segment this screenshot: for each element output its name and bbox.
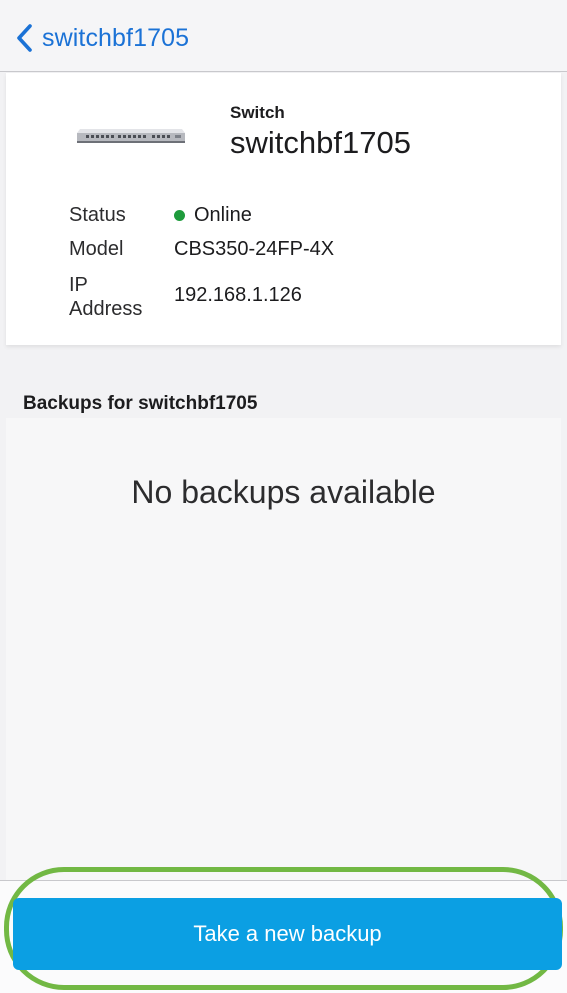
- ip-address-label-line2: Address: [69, 298, 143, 320]
- status-value: Online: [174, 203, 252, 227]
- ip-address-label-line1: IP: [69, 274, 88, 296]
- take-new-backup-button[interactable]: Take a new backup: [13, 898, 562, 970]
- backups-section-title: Backups for switchbf1705: [23, 393, 258, 414]
- back-button[interactable]: switchbf1705: [10, 18, 189, 58]
- chevron-left-icon: [10, 18, 38, 58]
- status-online-dot-icon: [174, 209, 185, 221]
- empty-state-message: No backups available: [131, 474, 436, 510]
- model-label: Model: [69, 238, 124, 260]
- device-type-label: Switch: [230, 103, 285, 122]
- status-value-text: Online: [194, 204, 252, 226]
- ip-address-value: 192.168.1.126: [174, 284, 302, 306]
- ip-address-label: IP Address: [69, 273, 142, 321]
- device-summary-card: Switch switchbf1705 Status Online Model …: [6, 73, 561, 345]
- navigation-bar: switchbf1705: [0, 0, 567, 72]
- status-label: Status: [69, 204, 126, 226]
- back-button-label: switchbf1705: [42, 23, 190, 52]
- model-value: CBS350-24FP-4X: [174, 238, 335, 260]
- network-switch-icon: [76, 123, 186, 145]
- device-name: switchbf1705: [230, 125, 411, 160]
- backups-list: No backups available: [6, 418, 561, 880]
